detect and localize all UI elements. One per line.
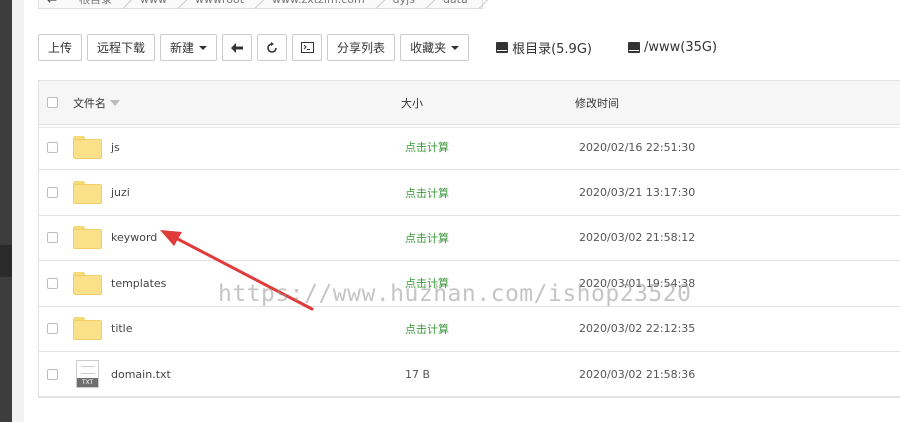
go-back-button[interactable] [222,34,253,61]
upload-button[interactable]: 上传 [38,34,83,61]
row-checkbox[interactable] [47,232,58,244]
sidebar-marker [0,245,12,277]
refresh-button[interactable] [257,34,288,61]
drive-icon [627,42,640,53]
file-name[interactable]: templates [111,277,166,290]
breadcrumb-item[interactable]: 根目录 [65,0,126,9]
name-column-header[interactable]: 文件名 [73,81,120,124]
modified-time: 2020/03/21 13:17:30 [579,186,696,200]
calculate-size-link[interactable]: 点击计算 [405,139,449,155]
row-checkbox[interactable] [47,141,58,153]
remote-download-button[interactable]: 远程下载 [87,34,156,61]
table-row[interactable]: TXT domain.txt 17 B 2020/03/02 21:58:36 [39,352,900,398]
modified-column-header: 修改时间 [575,81,619,124]
modified-header-label: 修改时间 [575,96,619,110]
table-header: 文件名 大小 修改时间 [39,81,900,128]
table-row[interactable]: juzi 点击计算 2020/03/21 13:17:30 [39,170,900,216]
modified-time: 2020/03/02 22:12:35 [579,322,696,336]
size-header-label: 大小 [401,96,423,110]
size-column-header: 大小 [401,81,423,124]
disk-root-label: 根目录(5.9G) [512,42,592,57]
calculate-size-link[interactable]: 点击计算 [405,275,449,291]
disk-www-label: /www(35G) [643,40,718,55]
breadcrumb-item[interactable]: wwwroot [181,0,258,9]
calculate-size-link[interactable]: 点击计算 [405,321,449,337]
file-size: 17 B [405,367,431,381]
sort-down-icon [110,99,120,106]
favorites-button-label: 收藏夹 [410,41,447,55]
folder-icon [73,317,102,341]
breadcrumb-item[interactable]: www [126,0,181,9]
select-all-cell [47,81,58,124]
txt-file-icon: TXT [76,360,99,389]
modified-time: 2020/02/16 22:51:30 [579,140,696,154]
name-header-label: 文件名 [73,96,106,110]
disk-www[interactable]: /www(35G) [627,40,718,55]
terminal-icon [300,42,314,53]
calculate-size-link[interactable]: 点击计算 [405,230,449,246]
folder-icon [73,226,102,250]
new-button-label: 新建 [170,41,195,55]
select-all-checkbox[interactable] [47,97,58,108]
file-name[interactable]: js [111,141,120,154]
folder-icon [73,271,102,295]
file-table: 文件名 大小 修改时间 js 点击计算 2020/02/16 22:51:30 … [38,80,900,399]
breadcrumb-list: 根目录 www wwwroot www.zxtzim.com dyjs data [65,0,482,9]
drive-icon [496,42,509,53]
back-arrow-icon[interactable]: ← [39,0,65,9]
table-row[interactable]: title 点击计算 2020/03/02 22:12:35 [39,307,900,352]
table-row[interactable]: templates 点击计算 2020/03/01 19:54:38 [39,261,900,307]
breadcrumb-item[interactable]: www.zxtzim.com [258,0,379,9]
row-checkbox[interactable] [47,368,58,380]
row-checkbox[interactable] [47,323,58,335]
terminal-button[interactable] [292,34,323,61]
left-sidebar-strip [0,0,12,422]
table-row[interactable]: keyword 点击计算 2020/03/02 21:58:12 [39,216,900,262]
new-dropdown-button[interactable]: 新建 [160,34,218,61]
breadcrumb: ← 根目录 www wwwroot www.zxtzim.com dyjs da… [38,0,483,9]
modified-time: 2020/03/01 19:54:38 [579,276,696,290]
breadcrumb-item[interactable]: dyjs [379,0,429,9]
folder-icon [73,181,102,205]
favorites-dropdown-button[interactable]: 收藏夹 [400,34,470,61]
file-name[interactable]: domain.txt [111,368,171,381]
modified-time: 2020/03/02 21:58:12 [579,231,696,245]
caret-down-icon [451,45,460,50]
file-name[interactable]: keyword [111,231,157,244]
back-arrow-icon [231,42,244,53]
refresh-icon [267,41,277,53]
toolbar: 上传 远程下载 新建 分享列表 收藏夹 根目录(5.9G) /www(35G) [38,34,717,61]
row-checkbox[interactable] [47,277,58,289]
modified-time: 2020/03/02 21:58:36 [579,367,696,381]
folder-icon [73,135,102,159]
file-name[interactable]: juzi [111,186,130,199]
file-name[interactable]: title [111,322,133,335]
disk-root[interactable]: 根目录(5.9G) [496,38,592,57]
table-row[interactable]: js 点击计算 2020/02/16 22:51:30 [39,125,900,171]
calculate-size-link[interactable]: 点击计算 [405,185,449,201]
breadcrumb-item[interactable]: data [429,0,482,9]
share-list-button[interactable]: 分享列表 [327,34,396,61]
row-checkbox[interactable] [47,187,58,199]
caret-down-icon [199,45,208,50]
